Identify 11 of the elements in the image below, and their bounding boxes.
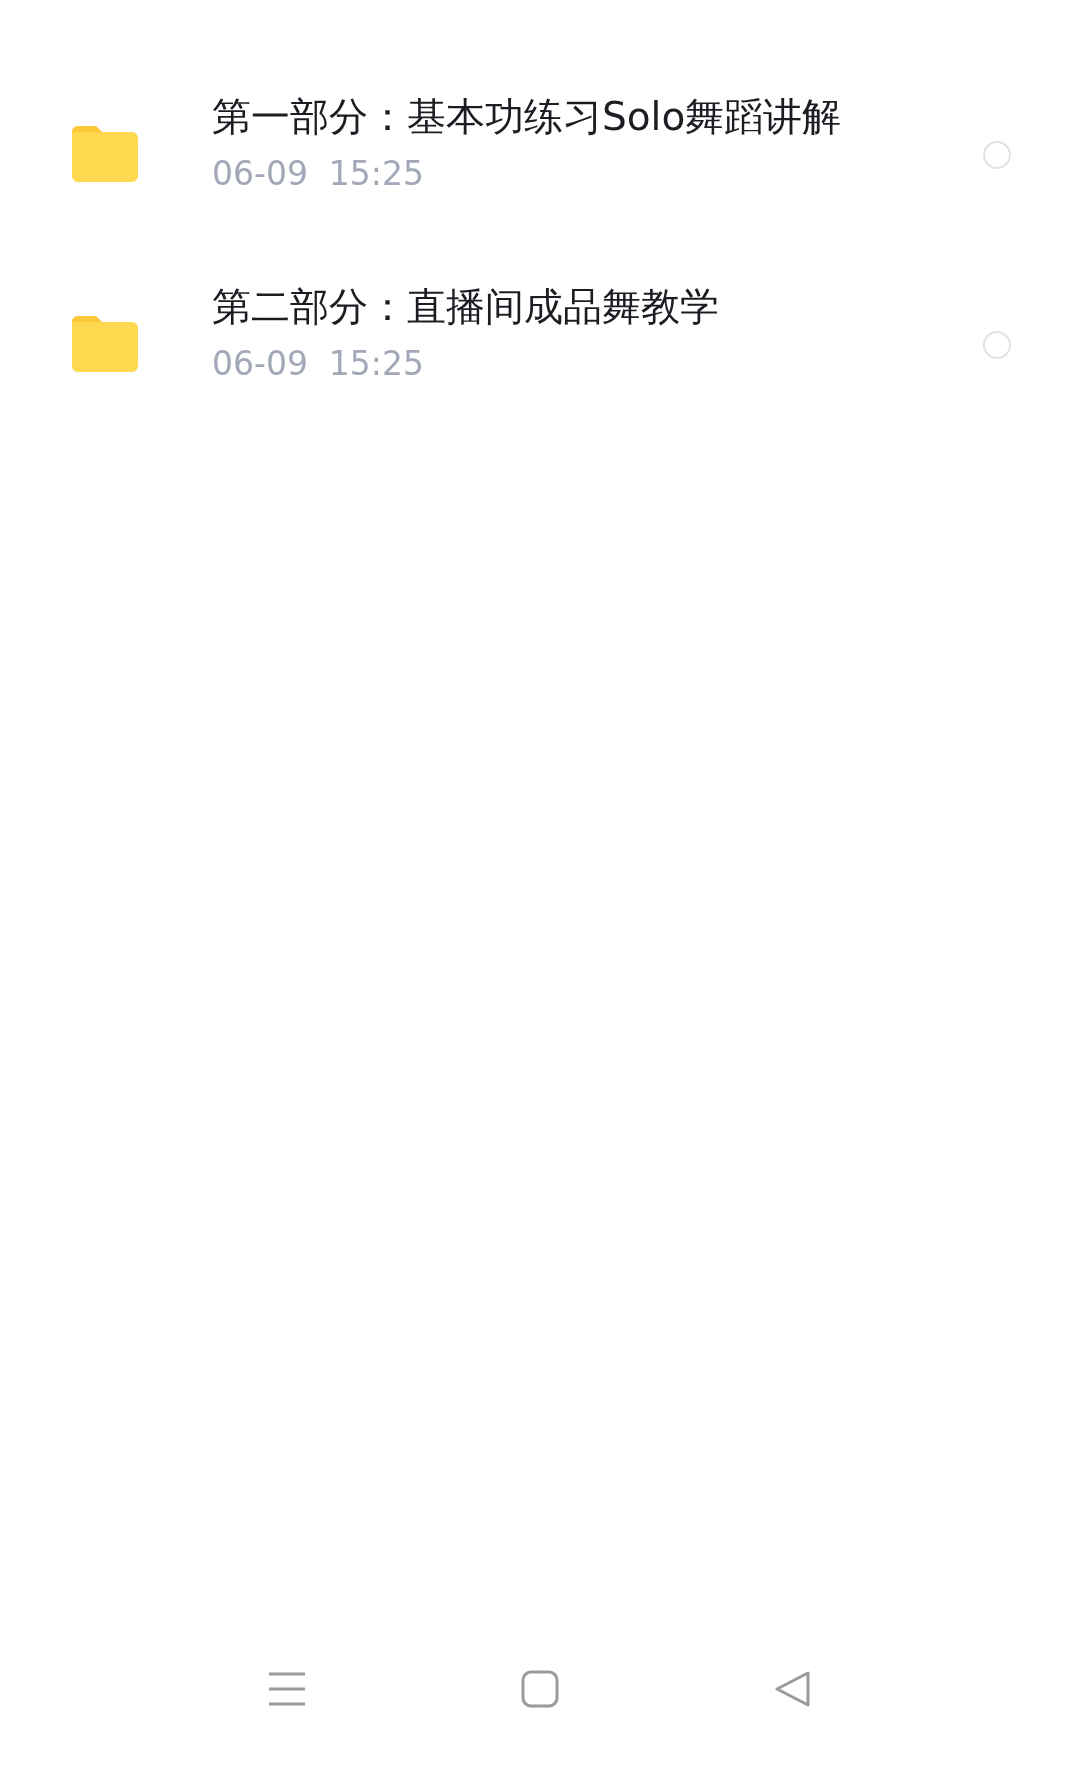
modified-time: 06-09 15:25 (212, 152, 425, 195)
select-radio[interactable] (983, 141, 1011, 169)
folder-name[interactable]: 第二部分：直播间成品舞教学 (212, 281, 983, 333)
menu-icon (267, 1670, 306, 1708)
modified-time: 06-09 15:25 (212, 342, 425, 385)
folder-icon (72, 124, 138, 182)
folder-icon (72, 314, 138, 372)
back-icon (774, 1670, 813, 1708)
folder-name[interactable]: 第一部分：基本功练习Solo舞蹈讲解 (212, 91, 983, 143)
home-icon (521, 1670, 559, 1708)
select-radio[interactable] (983, 331, 1011, 359)
